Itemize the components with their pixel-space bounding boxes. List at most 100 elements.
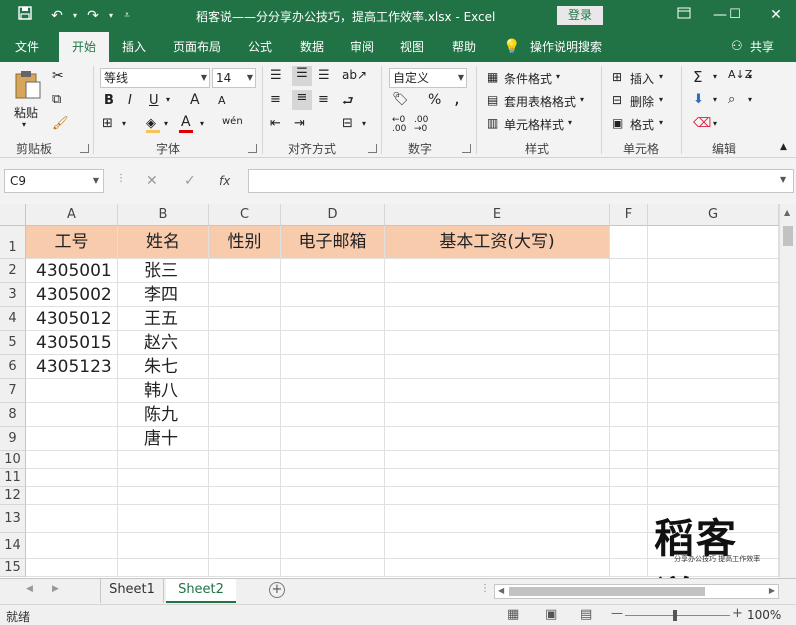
cell[interactable] [610, 451, 648, 469]
cancel-entry-button[interactable]: ✕ [146, 173, 158, 189]
cell[interactable] [209, 427, 281, 451]
cell[interactable] [209, 505, 281, 533]
cell[interactable] [648, 331, 779, 355]
header-cell[interactable]: 基本工资(大写) [385, 226, 610, 259]
cell[interactable]: 李四 [118, 283, 209, 307]
chevron-down-icon[interactable]: ▾ [748, 72, 752, 81]
wrap-text-icon[interactable]: ⮐ [342, 92, 354, 114]
cell[interactable] [610, 403, 648, 427]
fill-dropdown-icon[interactable]: ▾ [164, 119, 168, 128]
row-header[interactable]: 5 [0, 331, 26, 355]
collapse-ribbon-icon[interactable]: ▲ [780, 142, 787, 152]
row-header[interactable]: 15 [0, 559, 26, 577]
cell[interactable] [209, 403, 281, 427]
cell[interactable] [118, 505, 209, 533]
cell[interactable] [648, 355, 779, 379]
paste-button[interactable]: 粘贴 [14, 104, 38, 121]
cell[interactable] [385, 451, 610, 469]
cell[interactable]: 4305002 [26, 283, 118, 307]
cell[interactable] [385, 379, 610, 403]
row-header[interactable]: 2 [0, 259, 26, 283]
cell[interactable] [118, 451, 209, 469]
delete-cells-icon[interactable]: ⊟ [612, 93, 622, 107]
align-bottom-icon[interactable]: ☰ [318, 68, 330, 83]
row-header[interactable]: 7 [0, 379, 26, 403]
cell[interactable]: 陈九 [118, 403, 209, 427]
formula-input[interactable] [248, 169, 794, 193]
cell[interactable] [610, 505, 648, 533]
cell[interactable]: 唐十 [118, 427, 209, 451]
format-table-icon[interactable]: ▤ [487, 93, 498, 107]
scroll-up-icon[interactable]: ▲ [784, 208, 790, 217]
cell[interactable] [385, 283, 610, 307]
chevron-down-icon[interactable]: ▾ [713, 95, 717, 104]
phonetic-button[interactable]: wén [222, 116, 243, 127]
restore-button[interactable]: ☐ [715, 0, 755, 32]
paste-icon[interactable] [14, 70, 42, 103]
cell[interactable] [281, 451, 385, 469]
cell[interactable] [648, 283, 779, 307]
cut-icon[interactable]: ✂ [52, 68, 64, 84]
header-cell[interactable]: 姓名 [118, 226, 209, 259]
sheet-tab-sheet2[interactable]: Sheet2 [166, 579, 236, 603]
cell[interactable] [648, 403, 779, 427]
column-header-e[interactable]: E [385, 204, 610, 226]
cell[interactable] [648, 226, 779, 259]
cell[interactable] [648, 379, 779, 403]
save-icon[interactable] [14, 6, 36, 26]
cell[interactable] [281, 259, 385, 283]
select-all-corner[interactable] [0, 204, 26, 226]
cell[interactable] [281, 331, 385, 355]
tab-splitter-icon[interactable]: ⋮ [480, 583, 490, 594]
increase-decimal-icon[interactable]: ←0.00 [392, 116, 406, 134]
insert-cells-icon[interactable]: ⊞ [612, 70, 622, 84]
sheet-tab-sheet1[interactable]: Sheet1 [100, 579, 164, 603]
chevron-down-icon[interactable]: ▾ [568, 118, 572, 127]
zoom-knob[interactable] [673, 610, 677, 621]
cell[interactable] [648, 427, 779, 451]
tab-help[interactable]: 帮助 [442, 32, 486, 62]
scroll-thumb[interactable] [509, 587, 705, 596]
clear-icon[interactable]: ⌫ [693, 116, 711, 131]
prev-sheet-icon[interactable]: ◀ [26, 584, 33, 594]
cell[interactable] [26, 427, 118, 451]
align-right-icon[interactable]: ≡ [318, 92, 329, 107]
cell[interactable]: 4305123 [26, 355, 118, 379]
row-header[interactable]: 4 [0, 307, 26, 331]
customize-icon[interactable]: ⩡ [116, 6, 138, 26]
header-cell[interactable]: 性别 [209, 226, 281, 259]
chevron-down-icon[interactable]: ▾ [713, 72, 717, 81]
scroll-thumb[interactable] [783, 226, 793, 246]
shrink-font-button[interactable]: A [218, 94, 226, 107]
chevron-down-icon[interactable]: ▾ [748, 95, 752, 104]
zoom-level[interactable]: 100% [747, 608, 781, 622]
login-button[interactable]: 登录 [557, 6, 603, 25]
bold-button[interactable]: B [104, 93, 114, 108]
cell[interactable]: 韩八 [118, 379, 209, 403]
decrease-decimal-icon[interactable]: .00 →0 [414, 116, 428, 134]
row-header[interactable]: 14 [0, 533, 26, 559]
font-launcher-icon[interactable] [248, 144, 257, 153]
find-select-icon[interactable]: ⌕ [728, 92, 735, 107]
number-launcher-icon[interactable] [462, 144, 471, 153]
align-top-icon[interactable]: ☰ [270, 68, 282, 83]
tell-me-search[interactable]: 操作说明搜索 [530, 32, 602, 62]
cell[interactable] [281, 307, 385, 331]
cell[interactable] [118, 533, 209, 559]
cell[interactable]: 4305012 [26, 307, 118, 331]
cell[interactable] [26, 469, 118, 487]
merge-dropdown-icon[interactable]: ▾ [362, 119, 366, 128]
cell[interactable] [610, 533, 648, 559]
cell[interactable] [385, 487, 610, 505]
percent-button[interactable]: % [428, 92, 441, 108]
cell[interactable] [610, 307, 648, 331]
cell[interactable] [281, 379, 385, 403]
header-cell[interactable]: 工号 [26, 226, 118, 259]
cell[interactable] [385, 403, 610, 427]
cell[interactable] [385, 559, 610, 577]
cell[interactable]: 赵六 [118, 331, 209, 355]
delete-cells-button[interactable]: 删除 [630, 93, 654, 110]
tab-page-layout[interactable]: 页面布局 [164, 32, 230, 62]
tab-formulas[interactable]: 公式 [238, 32, 282, 62]
cell[interactable] [281, 559, 385, 577]
